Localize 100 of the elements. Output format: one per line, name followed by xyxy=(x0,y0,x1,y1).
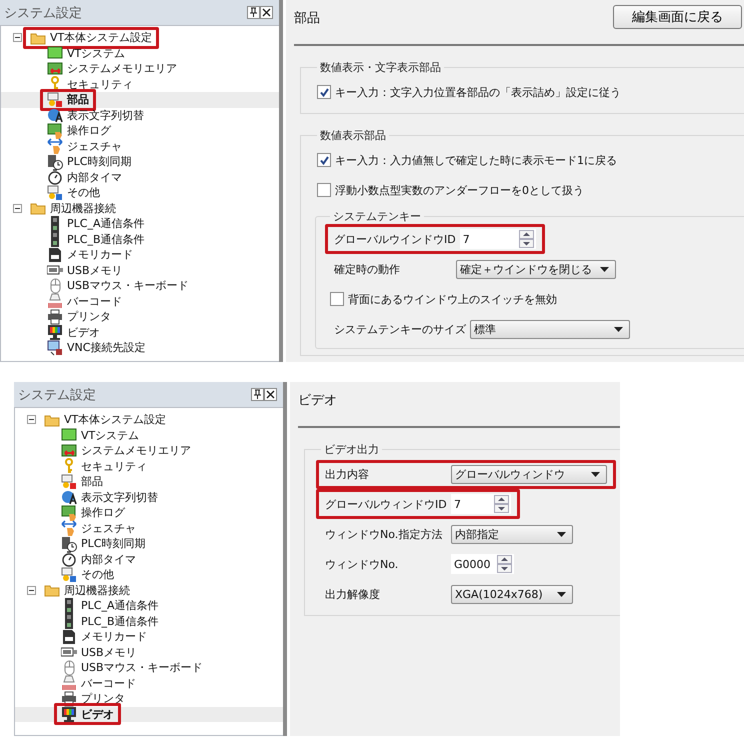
tree-item[interactable]: VTシステム xyxy=(1,46,279,61)
globe-letter-icon xyxy=(61,489,77,506)
collapse-icon[interactable] xyxy=(13,204,22,213)
field-label: ウィンドウNo. xyxy=(325,556,400,572)
tree-item[interactable]: VT本体システム設定 xyxy=(15,412,283,428)
printer-icon xyxy=(61,690,77,707)
tree-item[interactable]: メモリカード xyxy=(15,629,283,644)
back-button[interactable]: 編集画面に戻る xyxy=(613,5,742,29)
tree-item[interactable]: PLC_B通信条件 xyxy=(1,232,279,247)
tree-item[interactable]: ジェスチャ xyxy=(1,138,279,154)
close-icon[interactable] xyxy=(260,6,273,19)
dropdown[interactable]: XGA(1024x768) xyxy=(451,584,573,604)
tree-item[interactable]: セキュリティ xyxy=(1,76,279,92)
tree-item[interactable]: 操作ログ xyxy=(15,505,283,520)
tree-item[interactable]: 周辺機器接続 xyxy=(1,200,279,216)
checkbox-label: キー入力：文字入力位置各部品の「表示詰め」設定に従う xyxy=(335,84,621,100)
tree-item[interactable]: USBメモリ xyxy=(15,644,283,660)
monitor-icon xyxy=(47,324,63,340)
tree-item[interactable]: バーコード xyxy=(1,294,279,309)
caret-icon xyxy=(600,266,609,272)
collapse-icon[interactable] xyxy=(13,33,22,42)
tree-item[interactable]: VNC接続先設定 xyxy=(1,340,279,356)
tree-item[interactable]: ジェスチャ xyxy=(15,520,283,536)
number-field[interactable]: 7 xyxy=(451,494,511,514)
checkbox-label: 背面にあるウインドウ上のスイッチを無効 xyxy=(348,292,557,306)
dropdown[interactable]: 標準 xyxy=(470,320,630,338)
collapse-icon[interactable] xyxy=(27,586,36,595)
checkbox[interactable] xyxy=(330,292,344,306)
group-title: ビデオ出力 xyxy=(323,442,380,457)
checkbox[interactable] xyxy=(317,183,331,197)
field-label: 出力解像度 xyxy=(325,586,381,602)
stopwatch-icon xyxy=(61,551,77,568)
globe-letter-icon xyxy=(47,107,63,124)
number-field[interactable]: G0000 xyxy=(451,554,514,574)
monitor-icon xyxy=(61,706,77,722)
pin-icon[interactable] xyxy=(247,6,260,19)
tree-item[interactable]: メモリカード xyxy=(1,247,279,262)
field-label: 確定時の動作 xyxy=(334,262,401,276)
tree-item[interactable]: 表示文字列切替 xyxy=(1,108,279,123)
stopwatch-icon xyxy=(47,169,63,186)
spin-buttons[interactable] xyxy=(518,230,534,248)
tree-item[interactable]: その他 xyxy=(1,185,279,200)
grid-clock-icon xyxy=(47,154,63,170)
dropdown[interactable]: 内部指定 xyxy=(451,524,573,544)
collapse-icon[interactable] xyxy=(27,415,36,424)
tree-item[interactable]: システムメモリエリア xyxy=(1,61,279,76)
caret-icon xyxy=(557,592,566,596)
screen-hand-icon xyxy=(47,122,63,139)
tree-item[interactable]: USBマウス・キーボード xyxy=(1,278,279,294)
tree-item[interactable]: PLC_A通信条件 xyxy=(15,598,283,614)
checkbox-label: キー入力：入力値無しで確定した時に表示モード1に戻る xyxy=(335,152,617,168)
sd-card-icon xyxy=(61,628,77,645)
tree-item[interactable]: その他 xyxy=(15,567,283,582)
tree-item[interactable]: 表示文字列切替 xyxy=(15,490,283,505)
field-label: システムテンキーのサイズ xyxy=(334,322,467,336)
tree-item[interactable]: PLC時刻同期 xyxy=(15,536,283,552)
tree-item[interactable]: プリンタ xyxy=(15,691,283,706)
panel-title: システム設定 xyxy=(18,386,96,404)
tree-item[interactable]: VTシステム xyxy=(15,428,283,443)
tree-item[interactable]: USBメモリ xyxy=(1,262,279,278)
number-field[interactable]: 7 xyxy=(460,229,536,249)
screen-icon xyxy=(47,45,63,62)
screen-arrows-icon xyxy=(47,60,63,77)
caret-icon xyxy=(591,472,600,476)
tree-item[interactable]: ビデオ xyxy=(1,324,279,340)
field-label: グローバルウインドウID xyxy=(334,232,457,246)
dropdown[interactable]: 確定＋ウインドウを閉じる xyxy=(456,260,616,278)
tree-item[interactable]: プリンタ xyxy=(1,309,279,324)
tree-item[interactable]: 内部タイマ xyxy=(15,552,283,567)
grid-clock-icon xyxy=(61,536,77,552)
field-label: グローバルウィンドウID xyxy=(325,496,448,512)
tree-item[interactable]: VT本体システム設定 xyxy=(1,30,279,46)
checkbox-label: 浮動小数点型実数のアンダーフローを0として扱う xyxy=(335,182,584,198)
caret-icon xyxy=(557,532,566,536)
checkbox[interactable] xyxy=(317,153,331,167)
printer-icon xyxy=(47,308,63,325)
barcode-icon xyxy=(47,293,63,310)
spin-buttons[interactable] xyxy=(496,555,512,573)
close-icon[interactable] xyxy=(264,388,277,401)
tree-item[interactable]: PLC_B通信条件 xyxy=(15,614,283,629)
arrows-hand-icon xyxy=(47,138,63,154)
tree-item[interactable]: システムメモリエリア xyxy=(15,443,283,458)
group-title: 数値表示・文字表示部品 xyxy=(319,60,442,75)
tree-item[interactable]: 部品 xyxy=(15,474,283,490)
pin-icon[interactable] xyxy=(251,388,264,401)
tree-item[interactable]: 周辺機器接続 xyxy=(15,582,283,598)
tree-item[interactable]: PLC_A通信条件 xyxy=(1,216,279,232)
tree-item[interactable]: セキュリティ xyxy=(15,458,283,474)
tree-item[interactable]: 操作ログ xyxy=(1,123,279,138)
tree-item[interactable]: USBマウス・キーボード xyxy=(15,660,283,676)
checkbox[interactable] xyxy=(317,85,331,99)
tree-item[interactable]: PLC時刻同期 xyxy=(1,154,279,170)
tree-item[interactable]: バーコード xyxy=(15,676,283,691)
group-title: システムテンキー xyxy=(332,209,422,224)
page-title: ビデオ xyxy=(298,392,337,409)
dropdown[interactable]: グローバルウィンドウ xyxy=(451,464,607,484)
tree-item[interactable]: 内部タイマ xyxy=(1,170,279,185)
spin-buttons[interactable] xyxy=(494,495,509,513)
sd-card-icon xyxy=(47,246,63,263)
group-title: 数値表示部品 xyxy=(319,128,387,143)
